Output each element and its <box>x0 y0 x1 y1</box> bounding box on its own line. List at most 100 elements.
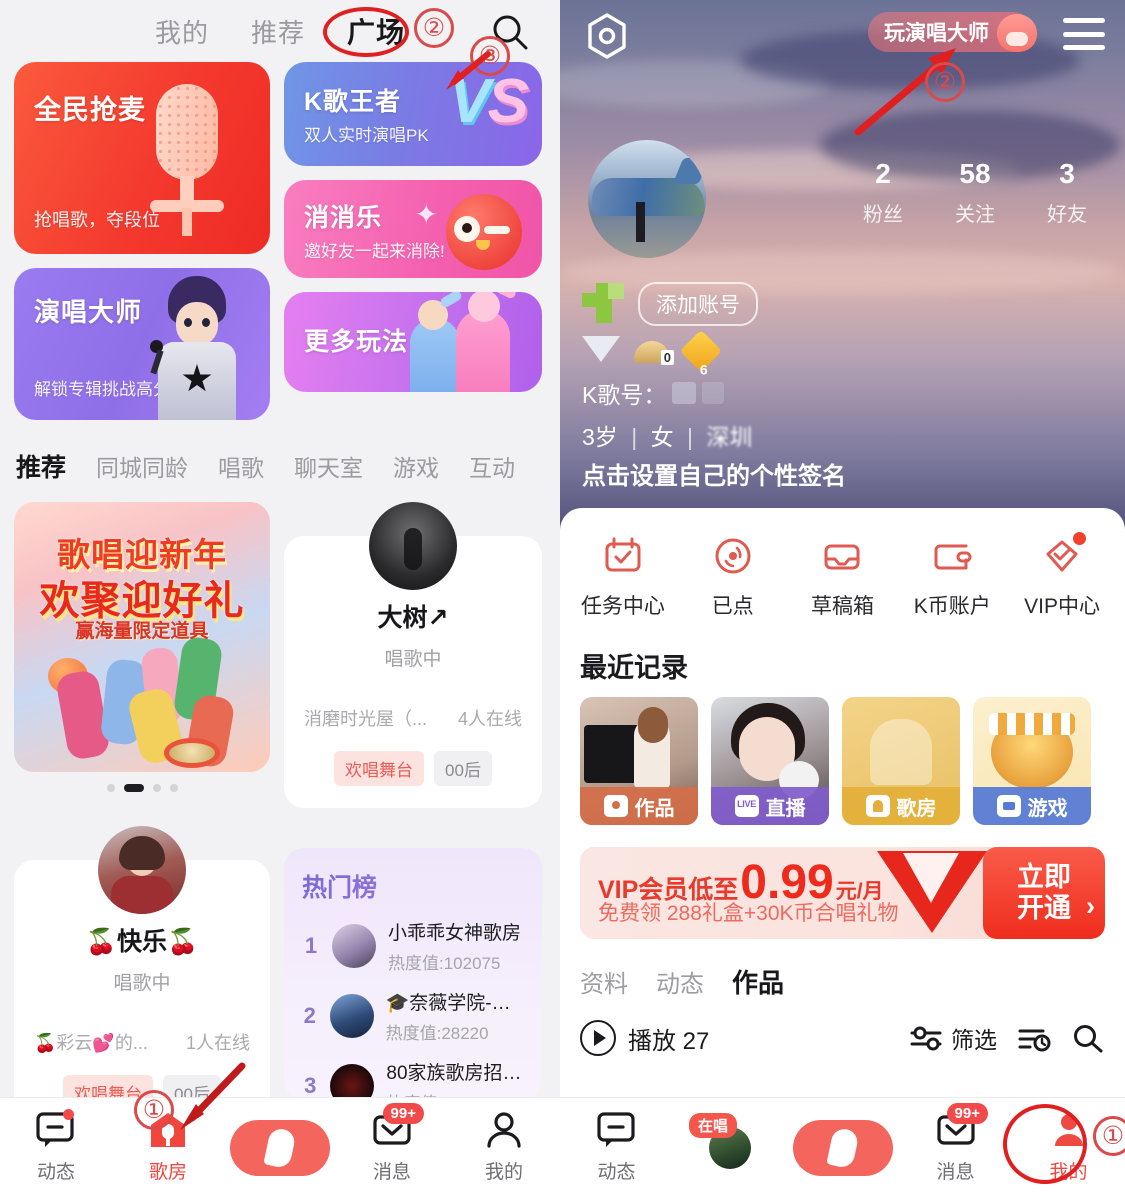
singing-badge: 在唱 <box>689 1112 738 1138</box>
bottom-nav-label: 消息 <box>372 1162 411 1183</box>
bottom-nav-sing-button[interactable] <box>786 1119 899 1176</box>
bottom-nav-xiaoxi[interactable]: 99+ 消息 <box>336 1103 448 1184</box>
sort-time-icon[interactable] <box>1017 1023 1051 1053</box>
bottom-nav-xiaoxi[interactable]: 99+ 消息 <box>899 1103 1012 1184</box>
quick-action-task-center[interactable]: 任务中心 <box>568 534 678 620</box>
bottom-nav-wode[interactable]: 我的 <box>448 1111 560 1184</box>
tab-profile-works[interactable]: 作品 <box>732 963 784 1000</box>
recent-card-works[interactable]: 作品 <box>580 697 698 825</box>
sing-button-icon[interactable] <box>792 1119 893 1176</box>
recent-card-game[interactable]: 游戏 <box>973 697 1091 825</box>
quick-action-label: K币账户 <box>913 595 991 618</box>
recent-card-live[interactable]: 直播 <box>711 697 829 825</box>
feed-tab-sing[interactable]: 唱歌 <box>218 449 264 483</box>
profile-signature[interactable]: 点击设置自己的个性签名 <box>582 456 846 491</box>
master-badge-label: 玩演唱大师 <box>884 22 989 45</box>
promo-card-more-games[interactable]: 更多玩法 <box>284 292 542 392</box>
recent-card-label-bar: 歌房 <box>842 787 960 825</box>
profile-avatar[interactable] <box>588 140 706 258</box>
quick-action-label: 已点 <box>711 595 754 618</box>
vip-cta-line-2: 开通 <box>1017 893 1071 923</box>
recent-card-room[interactable]: 歌房 <box>842 697 960 825</box>
filter-icon[interactable] <box>909 1023 943 1053</box>
kgo-number-row: K歌号： <box>582 376 725 410</box>
profile-badges: 6 <box>582 329 724 377</box>
search-icon[interactable] <box>1071 1023 1105 1053</box>
recent-section-title: 最近记录 <box>580 653 688 683</box>
banner-pagination-dots[interactable] <box>14 772 270 802</box>
feed-tab-chatroom[interactable]: 聊天室 <box>294 449 363 483</box>
top-tab-plaza[interactable]: 广场 <box>347 11 405 51</box>
house-mic-icon <box>147 1111 189 1149</box>
bottom-nav-dongtai[interactable]: 动态 <box>560 1111 673 1184</box>
tab-profile-info[interactable]: 资料 <box>580 964 628 999</box>
room-card-kuaile[interactable]: 🍒快乐🍒 唱歌中 🍒彩云💕的... 1人在线 欢唱舞台 00后 <box>14 826 270 1132</box>
pagination-dot[interactable] <box>169 784 178 792</box>
helmet-badge-icon <box>634 336 674 366</box>
gold-badge-icon: 6 <box>679 329 724 377</box>
live-small-icon <box>734 795 759 817</box>
recent-card-label: 游戏 <box>1027 797 1068 820</box>
feed-tab-interactive[interactable]: 互动 <box>469 449 515 483</box>
master-badge-pill[interactable]: 玩演唱大师 <box>868 12 1037 52</box>
promo-card-yanchang-dashi[interactable]: 演唱大师 解锁专辑挑战高分 <box>14 268 270 420</box>
promo-card-quanmin-qiangmai[interactable]: 全民抢麦 抢唱歌，夺段位 <box>14 62 270 254</box>
avatar <box>329 994 374 1038</box>
stat-friends[interactable]: 3 好友 <box>1021 158 1113 227</box>
quick-action-already-picked[interactable]: 已点 <box>678 534 788 620</box>
feed-tab-same-city[interactable]: 同城同龄 <box>96 449 188 483</box>
profile-age: 3岁 <box>582 424 618 450</box>
left-bottom-navigation: 动态 歌房 99+ 消息 我的 <box>0 1097 560 1197</box>
top-tab-mine[interactable]: 我的 <box>155 13 209 50</box>
pagination-dot[interactable] <box>106 784 115 792</box>
quick-action-vip-center[interactable]: VIP中心 <box>1007 532 1117 620</box>
quick-action-label: 任务中心 <box>580 595 665 618</box>
room-card-dashu[interactable]: 大树↗ 唱歌中 消磨时光屋（... 4人在线 欢唱舞台 00后 <box>284 502 542 808</box>
promo-card-kge-wangzhe[interactable]: K歌王者 双人实时演唱PK VS <box>284 62 542 166</box>
disc-small-icon <box>603 795 628 817</box>
bottom-nav-room-avatar[interactable]: 在唱 <box>673 1112 786 1169</box>
notification-dot <box>63 1109 74 1120</box>
tab-profile-moments[interactable]: 动态 <box>656 964 704 999</box>
party-figures-icon <box>392 292 532 392</box>
list-item[interactable]: 2 🎓奈薇学院-校园... 热度值:28220 <box>302 988 524 1044</box>
person-icon <box>1048 1111 1090 1149</box>
bottom-nav-label: 我的 <box>1049 1162 1088 1183</box>
bottom-nav-sing-button[interactable] <box>224 1119 336 1176</box>
stat-value: 58 <box>959 158 991 189</box>
list-item[interactable]: 1 小乖乖女神歌房 热度值:102075 <box>302 918 524 974</box>
promo-card-xiaoxiaole[interactable]: 消消乐 邀好友一起来消除! ✦ <box>284 180 542 278</box>
top-tab-recommend[interactable]: 推荐 <box>251 13 305 50</box>
inbox-icon <box>820 534 864 578</box>
quick-action-drafts[interactable]: 草稿箱 <box>788 534 898 620</box>
chevron-right-icon: › <box>1086 891 1095 921</box>
bottom-nav-dongtai[interactable]: 动态 <box>0 1109 112 1184</box>
quick-action-kcoin-account[interactable]: K币账户 <box>897 534 1007 620</box>
sing-button-icon[interactable] <box>230 1119 330 1176</box>
hot-item-heat: 热度值:28220 <box>385 1024 489 1043</box>
avatar <box>98 826 186 914</box>
mascot-icon <box>997 14 1037 52</box>
bottom-nav-wode[interactable]: 我的 <box>1012 1111 1125 1184</box>
stat-following[interactable]: 58 关注 <box>929 158 1021 227</box>
feed-tab-recommend[interactable]: 推荐 <box>16 448 66 484</box>
pagination-dot[interactable] <box>152 784 161 792</box>
pagination-dot-active[interactable] <box>123 784 144 792</box>
vip-promo-banner[interactable]: VIP会员低至 0.99 元/月 免费领 288礼盒+30K币合唱礼物 立即 开… <box>580 847 1105 939</box>
vip-subscribe-button[interactable]: 立即 开通 › <box>983 847 1105 939</box>
vip-cta-line-1: 立即 <box>1017 861 1071 892</box>
hamburger-menu-icon[interactable] <box>1063 18 1105 50</box>
bottom-nav-gefang[interactable]: 歌房 <box>112 1111 224 1184</box>
wallet-icon <box>930 534 974 578</box>
room-card-online-count: 1人在线 <box>185 1033 250 1053</box>
filter-label[interactable]: 筛选 <box>951 1021 997 1055</box>
house-small-icon <box>865 795 890 817</box>
play-all-button[interactable] <box>580 1020 616 1056</box>
new-year-banner[interactable]: 歌唱迎新年 欢聚迎好礼 赢海量限定道具 <box>14 502 270 772</box>
hexagon-camera-icon[interactable] <box>585 12 629 60</box>
stat-followers[interactable]: 2 粉丝 <box>837 158 929 227</box>
feed-tab-games[interactable]: 游戏 <box>393 449 439 483</box>
search-icon[interactable] <box>490 12 530 52</box>
feed-row-top: 歌唱迎新年 欢聚迎好礼 赢海量限定道具 大树↗ 唱歌中 消磨时光屋（... 4人… <box>0 502 560 808</box>
add-account-button[interactable]: 添加账号 <box>638 282 758 326</box>
